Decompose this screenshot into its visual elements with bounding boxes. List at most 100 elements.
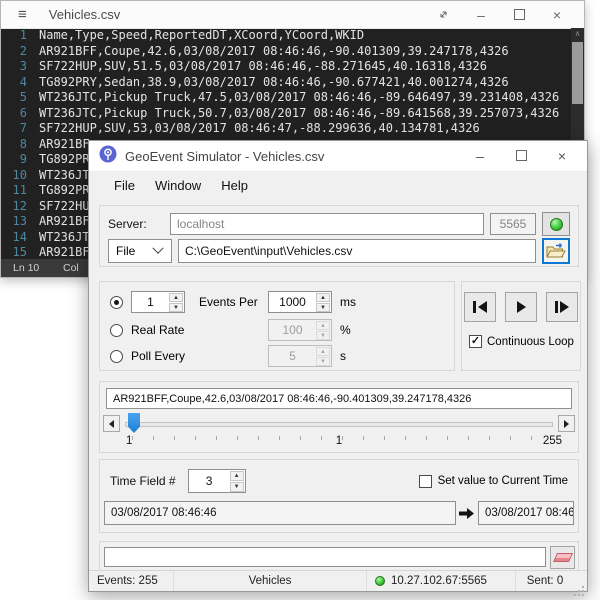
clear-button[interactable] xyxy=(550,546,575,569)
line-text: TG892PR xyxy=(39,183,90,199)
close-button[interactable]: × xyxy=(555,149,569,163)
line-number: 4 xyxy=(1,75,27,91)
line-text: AR921BF xyxy=(39,214,90,230)
endpoint-status: 10.27.102.67:5565 xyxy=(391,575,487,587)
scrollbar-thumb[interactable] xyxy=(572,42,583,104)
spin-up-icon[interactable]: ▲ xyxy=(169,293,183,302)
maximize-button[interactable] xyxy=(512,8,526,22)
menu-window[interactable]: Window xyxy=(155,178,201,193)
hamburger-menu-icon[interactable]: ≡ xyxy=(18,6,27,23)
continuous-loop-label: Continuous Loop xyxy=(487,336,574,348)
spin-down-icon: ▼ xyxy=(316,331,330,340)
line-number: 9 xyxy=(1,152,27,168)
slider-track[interactable] xyxy=(125,422,553,427)
code-line: 7 SF722HUP,SUV,53,03/08/2017 08:46:47,-8… xyxy=(1,121,571,137)
geoevent-simulator-window: GeoEvent Simulator - Vehicles.csv – × Fi… xyxy=(88,140,588,592)
expand-icon[interactable] xyxy=(436,8,450,22)
slider-right-button[interactable] xyxy=(558,415,575,432)
dataset-name-status: Vehicles xyxy=(174,571,366,591)
spin-down-icon[interactable]: ▼ xyxy=(169,303,183,312)
line-number: 1 xyxy=(1,28,27,44)
spin-up-icon: ▲ xyxy=(316,321,330,330)
step-forward-button[interactable] xyxy=(546,292,578,322)
current-time-checkbox[interactable] xyxy=(419,475,432,488)
column-indicator: Col xyxy=(63,259,79,277)
code-line: 1 Name,Type,Speed,ReportedDT,XCoord,YCoo… xyxy=(1,28,571,44)
maximize-button[interactable] xyxy=(514,149,528,163)
server-port-field[interactable]: 5565 xyxy=(490,213,536,235)
scroll-up-icon[interactable]: ∧ xyxy=(571,28,584,40)
file-path-field[interactable]: C:\GeoEvent\input\Vehicles.csv xyxy=(178,239,536,263)
output-field[interactable] xyxy=(104,547,546,567)
connect-button[interactable] xyxy=(542,212,570,236)
menu-help[interactable]: Help xyxy=(221,178,248,193)
source-type-dropdown[interactable]: File xyxy=(108,239,172,263)
poll-every-radio[interactable] xyxy=(110,350,123,363)
interval-spinner[interactable]: 1000 ▲▼ xyxy=(268,291,332,313)
line-text: TG892PR xyxy=(39,152,90,168)
spin-down-icon[interactable]: ▼ xyxy=(316,303,330,312)
connection-status-icon xyxy=(375,576,385,586)
rate-group: 1 ▲▼ Events Per 1000 ▲▼ ms Real Rate 100… xyxy=(99,281,455,371)
playback-group: ✓ Continuous Loop xyxy=(461,281,581,371)
line-number: 8 xyxy=(1,137,27,153)
real-rate-value: 100 xyxy=(269,323,316,337)
time-field-spinner[interactable]: 3 ▲▼ xyxy=(188,469,246,493)
line-text: Name,Type,Speed,ReportedDT,XCoord,YCoord… xyxy=(39,28,364,44)
slider-left-button[interactable] xyxy=(103,415,120,432)
line-text: SF722HUP,SUV,53,03/08/2017 08:46:47,-88.… xyxy=(39,121,480,137)
line-text: SF722HUP,SUV,51.5,03/08/2017 08:46:46,-8… xyxy=(39,59,487,75)
line-indicator: Ln 10 xyxy=(13,259,39,277)
line-number: 15 xyxy=(1,245,27,259)
line-number: 2 xyxy=(1,44,27,60)
line-number: 7 xyxy=(1,121,27,137)
slider-min-label: 1 xyxy=(126,435,132,447)
real-rate-spinner: 100 ▲▼ xyxy=(268,319,332,341)
browse-file-button[interactable] xyxy=(542,238,570,264)
line-number: 10 xyxy=(1,168,27,184)
code-line: 5 WT236JTC,Pickup Truck,47.5,03/08/2017 … xyxy=(1,90,571,106)
minimize-button[interactable]: – xyxy=(473,149,487,163)
source-type-value: File xyxy=(116,244,135,258)
resize-grip[interactable] xyxy=(574,571,587,591)
line-text: WT236JTC,Pickup Truck,50.7,03/08/2017 08… xyxy=(39,106,559,122)
time-to-field[interactable]: 03/08/2017 08:46:46 xyxy=(478,501,574,525)
line-number: 5 xyxy=(1,90,27,106)
events-per-radio[interactable] xyxy=(110,296,123,309)
maximize-icon xyxy=(514,9,525,20)
code-line: 3 SF722HUP,SUV,51.5,03/08/2017 08:46:46,… xyxy=(1,59,571,75)
eraser-icon xyxy=(552,553,572,562)
interval-unit-label: ms xyxy=(340,295,356,309)
event-slider xyxy=(103,415,575,432)
line-number: 13 xyxy=(1,214,27,230)
real-rate-radio[interactable] xyxy=(110,324,123,337)
code-line: 6 WT236JTC,Pickup Truck,50.7,03/08/2017 … xyxy=(1,106,571,122)
line-number: 14 xyxy=(1,230,27,246)
events-count-status: Events: 255 xyxy=(89,571,173,591)
poll-unit-label: s xyxy=(340,349,346,363)
editor-titlebar: ≡ Vehicles.csv – × xyxy=(1,1,584,29)
step-back-button[interactable] xyxy=(464,292,496,322)
menu-file[interactable]: File xyxy=(114,178,135,193)
continuous-loop-checkbox[interactable]: ✓ xyxy=(469,335,482,348)
spin-up-icon[interactable]: ▲ xyxy=(230,471,244,481)
spin-down-icon[interactable]: ▼ xyxy=(230,482,244,492)
time-field-group: Time Field # 3 ▲▼ Set value to Current T… xyxy=(99,459,579,533)
slider-thumb[interactable] xyxy=(128,413,140,433)
code-line: 4 TG892PRY,Sedan,38.9,03/08/2017 08:46:4… xyxy=(1,75,571,91)
current-event-field[interactable]: AR921BFF,Coupe,42.6,03/08/2017 08:46:46,… xyxy=(106,388,572,409)
server-host-field[interactable]: localhost xyxy=(170,213,484,235)
spin-up-icon[interactable]: ▲ xyxy=(316,293,330,302)
minimize-button[interactable]: – xyxy=(474,8,488,22)
interval-value: 1000 xyxy=(269,295,316,309)
event-preview-group: AR921BFF,Coupe,42.6,03/08/2017 08:46:46,… xyxy=(99,381,579,453)
play-button[interactable] xyxy=(505,292,537,322)
close-button[interactable]: × xyxy=(550,8,564,22)
line-number: 6 xyxy=(1,106,27,122)
events-count-spinner[interactable]: 1 ▲▼ xyxy=(131,291,185,313)
line-number: 11 xyxy=(1,183,27,199)
connection-group: Server: localhost 5565 File C:\GeoEvent\… xyxy=(99,205,579,267)
events-per-label: Events Per xyxy=(199,295,258,309)
time-from-field[interactable]: 03/08/2017 08:46:46 xyxy=(104,501,456,525)
open-folder-icon xyxy=(546,243,566,259)
